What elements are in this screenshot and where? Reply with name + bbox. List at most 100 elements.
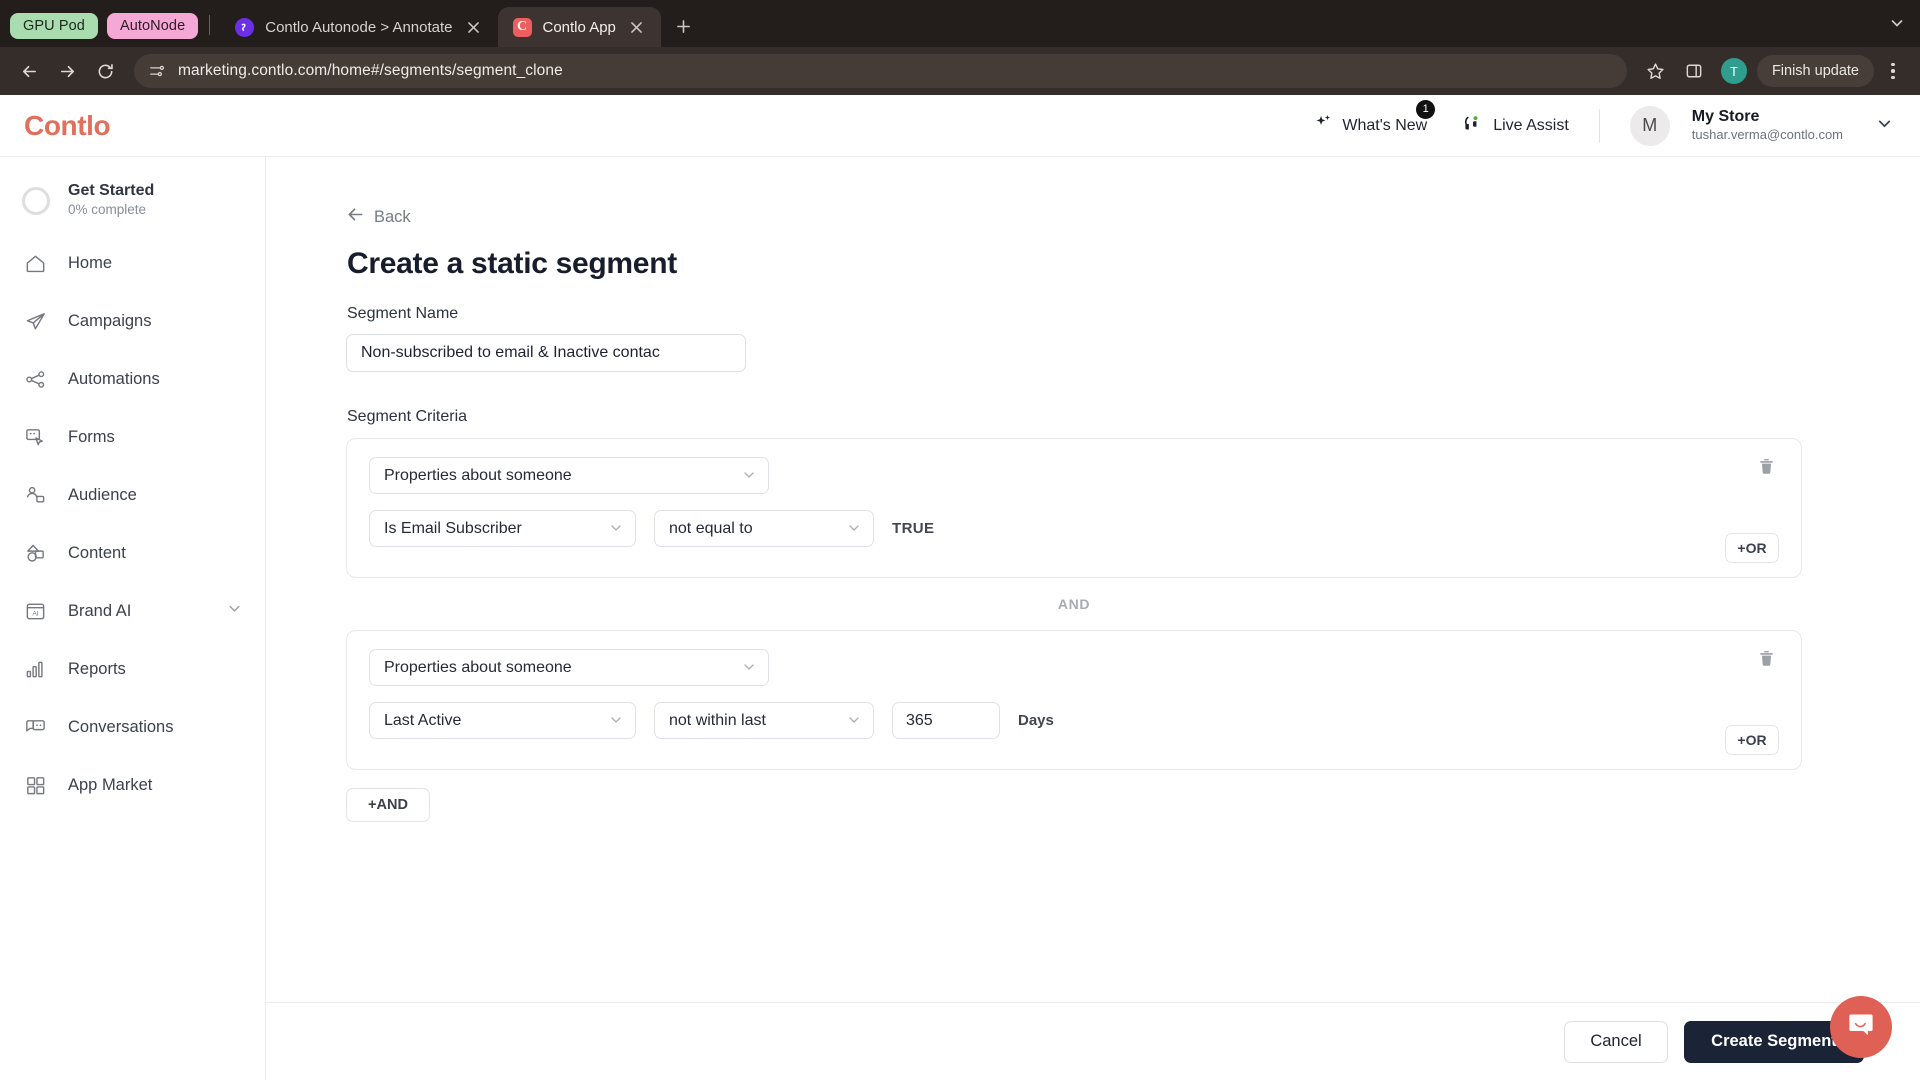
criteria-property-select[interactable]: Last Active — [369, 702, 636, 739]
sidebar-item-content[interactable]: Content — [0, 524, 265, 582]
nodes-icon — [22, 366, 48, 392]
tune-icon[interactable] — [146, 60, 168, 82]
criteria-unit-label: Days — [1018, 712, 1054, 729]
criteria-number-input[interactable] — [892, 702, 1000, 739]
tab-group-autonode[interactable]: AutoNode — [106, 13, 199, 39]
criteria-property-value: Is Email Subscriber — [384, 519, 522, 537]
content-icon — [22, 540, 48, 566]
chat-icon — [22, 714, 48, 740]
criteria-type-select[interactable]: Properties about someone — [369, 649, 769, 686]
whats-new-button[interactable]: What's New 1 — [1295, 99, 1445, 139]
form-footer: Cancel Create Segment — [266, 1002, 1920, 1080]
intercom-chat-button[interactable] — [1830, 996, 1892, 1058]
criteria-condition-row: Last Active not within last 365 Days — [369, 702, 1779, 739]
home-icon — [22, 250, 48, 276]
browser-window: GPU Pod AutoNode Contlo Autonode > Annot… — [0, 0, 1920, 1080]
avatar-initial: T — [1729, 63, 1738, 79]
tab-divider — [209, 15, 211, 35]
sidebar-item-automations[interactable]: Automations — [0, 350, 265, 408]
forward-icon[interactable] — [50, 54, 84, 88]
live-assist-button[interactable]: Live Assist — [1445, 113, 1587, 139]
bar-chart-icon — [22, 656, 48, 682]
arrow-left-icon — [346, 205, 365, 229]
ai-icon: AI — [22, 598, 48, 624]
side-panel-icon[interactable] — [1677, 54, 1711, 88]
store-name: My Store — [1691, 108, 1760, 126]
tab-group-label: AutoNode — [119, 18, 186, 34]
tab-group-gpu-pod[interactable]: GPU Pod — [10, 13, 98, 39]
criteria-type-row: Properties about someone — [369, 457, 1779, 494]
sidebar-item-home[interactable]: Home — [0, 234, 265, 292]
cancel-button[interactable]: Cancel — [1564, 1020, 1668, 1063]
app-logo[interactable]: Contlo — [0, 110, 111, 142]
sidebar-item-label: Brand AI — [68, 601, 132, 620]
criteria-operator-value: not equal to — [669, 519, 753, 537]
sidebar-item-audience[interactable]: Audience — [0, 466, 265, 524]
criteria-type-row: Properties about someone — [369, 649, 1779, 686]
criteria-property-select[interactable]: Is Email Subscriber — [369, 510, 636, 547]
chevron-down-icon[interactable] — [226, 600, 243, 622]
sidebar-item-campaigns[interactable]: Campaigns — [0, 292, 265, 350]
finish-update-button[interactable]: Finish update — [1756, 55, 1874, 87]
account-menu[interactable]: M My Store tushar.verma@contlo.com — [1612, 105, 1894, 146]
app-header-actions: What's New 1 Live Assist M My Store tush… — [1295, 99, 1894, 146]
sidebar-item-label: Conversations — [68, 717, 174, 736]
criteria-card: Properties about someone Is Email Subscr… — [346, 438, 1802, 578]
criteria-static-value: TRUE — [892, 520, 935, 537]
avatar-initial: M — [1642, 115, 1658, 135]
chevron-down-icon — [742, 660, 756, 676]
app-root: Contlo What's New 1 Live Assist M My Sto… — [0, 95, 1920, 1080]
address-bar[interactable]: marketing.contlo.com/home#/segments/segm… — [134, 54, 1627, 88]
grid-icon — [22, 772, 48, 798]
tab-contlo-autonode-annotate[interactable]: Contlo Autonode > Annotate — [220, 7, 497, 47]
reload-icon[interactable] — [88, 54, 122, 88]
svg-text:AI: AI — [32, 610, 38, 617]
chevron-down-icon[interactable] — [1875, 114, 1894, 138]
back-button[interactable]: Back — [346, 205, 1802, 229]
chevron-down-icon — [609, 713, 623, 729]
tab-strip-actions — [1882, 8, 1912, 38]
add-or-button[interactable]: +OR — [1725, 533, 1779, 563]
sidebar-item-forms[interactable]: Forms — [0, 408, 265, 466]
criteria-condition-row: Is Email Subscriber not equal to TRUE — [369, 510, 1779, 547]
avatar[interactable]: T — [1720, 58, 1747, 84]
sidebar-item-label: Audience — [68, 485, 137, 504]
contlo-icon-letter: C — [516, 19, 528, 34]
sidebar-item-app-market[interactable]: App Market — [0, 756, 265, 814]
chevron-down-icon[interactable] — [1882, 8, 1912, 38]
criteria-type-select[interactable]: Properties about someone — [369, 457, 769, 494]
back-icon[interactable] — [12, 54, 46, 88]
close-icon[interactable] — [627, 17, 647, 37]
criteria-operator-select[interactable]: not within last — [654, 702, 874, 739]
sidebar-item-brand-ai[interactable]: AI Brand AI — [0, 582, 265, 640]
sidebar-item-label: Campaigns — [68, 311, 152, 330]
criteria-operator-select[interactable]: not equal to — [654, 510, 874, 547]
tab-strip: GPU Pod AutoNode Contlo Autonode > Annot… — [0, 0, 1920, 47]
close-icon[interactable] — [464, 17, 484, 37]
tab-contlo-app[interactable]: C Contlo App — [497, 7, 661, 47]
add-or-button[interactable]: +OR — [1725, 725, 1779, 755]
sidebar-item-get-started[interactable]: Get Started 0% complete — [0, 173, 265, 234]
progress-ring-icon — [22, 186, 50, 215]
sidebar-item-label: Forms — [68, 427, 115, 446]
contlo-app: Contlo What's New 1 Live Assist M My Sto… — [0, 95, 1920, 1080]
sidebar-item-conversations[interactable]: Conversations — [0, 698, 265, 756]
header-divider — [1598, 108, 1600, 143]
tab-title: Contlo Autonode > Annotate — [265, 18, 453, 36]
new-tab-button[interactable] — [669, 11, 699, 41]
users-icon — [22, 482, 48, 508]
segment-name-input[interactable] — [346, 334, 746, 372]
kebab-icon[interactable] — [1878, 54, 1908, 88]
sidebar-item-label: App Market — [68, 775, 153, 794]
app-body: Get Started 0% complete Home Campaigns A… — [0, 157, 1920, 1080]
sidebar-item-reports[interactable]: Reports — [0, 640, 265, 698]
get-started-progress: 0% complete — [68, 202, 147, 218]
add-or-label: +OR — [1737, 540, 1767, 556]
delete-criteria-icon[interactable] — [1753, 645, 1779, 671]
chevron-down-icon — [847, 713, 861, 729]
delete-criteria-icon[interactable] — [1753, 453, 1779, 479]
chevron-down-icon — [847, 521, 861, 537]
bookmark-star-icon[interactable] — [1639, 54, 1673, 88]
sidebar-item-label: Content — [68, 543, 126, 562]
add-and-button[interactable]: +AND — [346, 788, 430, 822]
